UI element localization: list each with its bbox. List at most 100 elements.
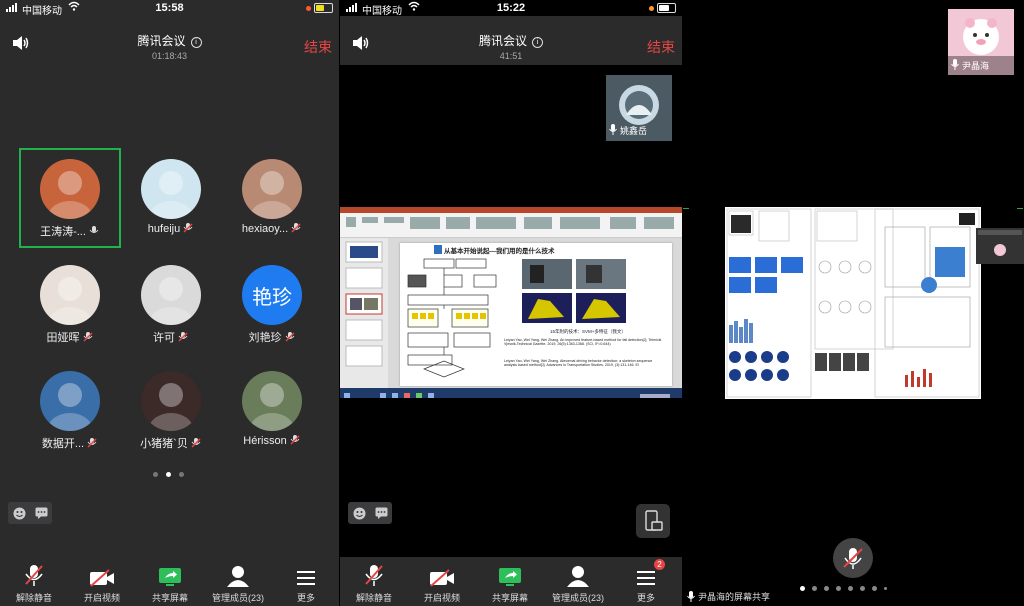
rotate-screen-icon (645, 510, 663, 531)
chat-controls (8, 502, 52, 524)
screen-share-icon (476, 561, 544, 587)
emoji-icon[interactable] (8, 502, 30, 524)
participant-tile[interactable]: 田娅晖 (19, 254, 121, 354)
participant-tile[interactable]: 艳珍 刘艳珍 (221, 254, 323, 354)
slide-reference-1: Leiyan Yao, Wei Yang, Wei Zhang. An impr… (504, 338, 662, 347)
more-menu-button[interactable]: 更多 2 (612, 557, 680, 604)
end-meeting-button[interactable]: 结束 (647, 37, 675, 57)
avatar-photo (48, 383, 92, 431)
info-icon[interactable]: i (532, 37, 543, 48)
unmute-button[interactable] (833, 538, 873, 578)
mic-muted-button[interactable]: 解除静音 (340, 557, 408, 604)
notification-badge: 2 (654, 559, 665, 570)
clock: 15:58 (155, 2, 184, 14)
mic-muted-icon (191, 438, 201, 448)
participant-tile[interactable]: Hérisson (221, 360, 323, 460)
more-menu-button[interactable]: 更多 (272, 557, 339, 604)
chat-icon[interactable] (30, 502, 52, 524)
toolbar-label: 更多 (636, 593, 655, 603)
camera-off-icon (68, 561, 136, 587)
toolbar-label: 管理成员(23) (551, 593, 604, 603)
toolbar-label: 开启视频 (83, 593, 120, 603)
mic-icon (609, 124, 617, 135)
meeting-title[interactable]: 腾讯会议 i (340, 32, 682, 49)
avatar: 艳珍 (242, 265, 302, 325)
end-meeting-button[interactable]: 结束 (304, 37, 332, 57)
participant-tile[interactable]: 许可 (120, 254, 222, 354)
chat-icon[interactable] (370, 502, 392, 524)
poster-content (726, 208, 980, 398)
meeting-title[interactable]: 腾讯会议 i (0, 32, 339, 49)
bottom-toolbar: 解除静音 开启视频 共享屏幕 管理成员(23) 更多 2 (340, 557, 682, 606)
page-dot[interactable] (824, 586, 829, 591)
page-indicator (153, 472, 184, 477)
shared-screen-poster[interactable] (725, 207, 981, 399)
pip-name: 尹晶海 (962, 61, 990, 71)
meeting-panel-share: 中国移动 15:22 腾讯会议 i 41:51 结束 姚鑫岳 从基本开始说起—我… (340, 0, 682, 606)
slide-heading-marker (434, 245, 442, 254)
page-dot[interactable] (848, 586, 853, 591)
members-button[interactable]: 管理成员(23) (544, 557, 612, 604)
speaker-video-pip[interactable]: 尹晶海 (948, 9, 1014, 75)
meeting-panel-gallery: 中国移动 15:58 腾讯会议 i 01:18:43 结束 王涛涛-... hufe… (0, 0, 339, 606)
speaker-video-pip[interactable]: 姚鑫岳 (606, 75, 672, 141)
page-dot[interactable] (812, 586, 817, 591)
camera-off-button[interactable]: 开启视频 (68, 557, 136, 604)
mic-muted-icon (290, 435, 300, 445)
members-button[interactable]: 管理成员(23) (204, 557, 272, 604)
toolbar-label: 管理成员(23) (211, 593, 264, 603)
page-dot[interactable] (153, 472, 158, 477)
status-bar: 中国移动 15:58 (0, 0, 339, 17)
avatar (40, 371, 100, 431)
screen-share-label: 尹晶海的屏幕共享 (687, 590, 770, 603)
bottom-toolbar: 解除静音 开启视频 共享屏幕 管理成员(23) 更多 (0, 557, 339, 606)
page-dot[interactable] (836, 586, 841, 591)
screen-share-icon (136, 561, 204, 587)
page-dot[interactable] (800, 586, 805, 591)
mic-muted-icon (340, 561, 408, 587)
shared-screen-ppt[interactable]: 从基本开始说起—我们用的是什么技术 15年附的技术：SVM+多特征（我文） Le… (340, 207, 682, 398)
screen-share-button[interactable]: 共享屏幕 (476, 557, 544, 604)
rotate-screen-button[interactable] (636, 504, 670, 538)
avatar-photo (149, 383, 193, 431)
toolbar-label: 解除静音 (355, 593, 392, 603)
slide-photos (522, 259, 626, 323)
page-dot[interactable] (884, 587, 887, 590)
page-dot[interactable] (166, 472, 171, 477)
clock: 15:22 (496, 2, 526, 14)
participant-name-row: 田娅晖 (19, 329, 121, 345)
mic-icon (687, 591, 695, 602)
chat-controls (348, 502, 392, 524)
participant-name: 王涛涛-... (40, 226, 86, 238)
participant-tile[interactable]: 数据开... (19, 360, 121, 460)
emoji-icon[interactable] (348, 502, 370, 524)
mic-icon (951, 59, 959, 70)
screen-share-button[interactable]: 共享屏幕 (136, 557, 204, 604)
page-dot[interactable] (179, 472, 184, 477)
mic-muted-icon (843, 548, 863, 569)
participant-name: hexiaoy... (241, 223, 289, 235)
participant-tile[interactable]: hexiaoy... (221, 148, 323, 248)
avatar-photo (149, 277, 193, 325)
participant-tile[interactable]: 小猪猪`贝 (120, 360, 222, 460)
participant-name-row: 刘艳珍 (221, 329, 323, 345)
meeting-title-text: 腾讯会议 (137, 34, 186, 48)
floating-mini-window[interactable] (976, 228, 1024, 264)
info-icon[interactable]: i (190, 37, 202, 48)
participant-tile[interactable]: hufeiju (120, 148, 222, 248)
toolbar-label: 开启视频 (423, 593, 460, 603)
page-dot[interactable] (860, 586, 865, 591)
mic-muted-button[interactable]: 解除静音 (0, 557, 68, 604)
participant-tile[interactable]: 王涛涛-... (19, 148, 121, 248)
slide-reference-2: Leiyan Yao, Wei Yang, Wei Zhang. Abnorma… (504, 359, 653, 368)
participant-name-row: hufeiju (120, 223, 222, 235)
participant-name-row: 数据开... (19, 435, 121, 451)
slide-thumbnails[interactable] (340, 238, 388, 388)
avatar-photo (250, 383, 294, 431)
mic-muted-icon (183, 223, 193, 233)
battery-icon (657, 3, 676, 13)
camera-off-button[interactable]: 开启视频 (408, 557, 476, 604)
avatar (242, 159, 302, 219)
page-dot[interactable] (872, 586, 877, 591)
mic-icon (89, 226, 99, 233)
